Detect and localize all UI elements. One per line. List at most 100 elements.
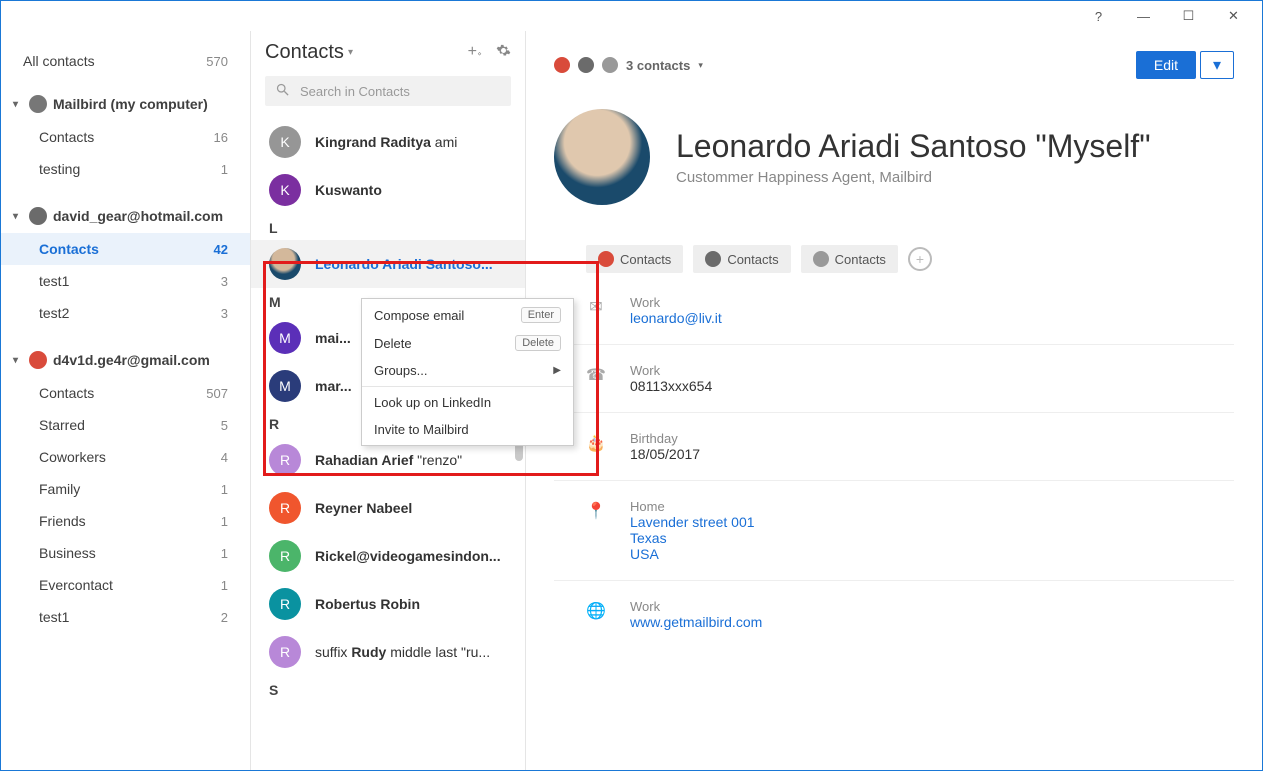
chevron-down-icon: ▾ xyxy=(348,47,353,58)
avatar xyxy=(554,109,650,205)
search-input[interactable]: Search in Contacts xyxy=(265,76,511,106)
all-contacts-label: All contacts xyxy=(23,53,95,69)
email-field: ✉ Work leonardo@liv.it xyxy=(586,295,1234,326)
contact-row[interactable]: R Robertus Robin xyxy=(265,580,511,628)
avatar: M xyxy=(269,370,301,402)
account-icon xyxy=(29,95,47,113)
keyboard-shortcut: Enter xyxy=(521,307,561,323)
mailbird-icon xyxy=(602,57,618,73)
source-indicator[interactable]: 3 contacts ▾ xyxy=(554,57,703,73)
sidebar-item[interactable]: Contacts42 xyxy=(1,233,250,265)
chevron-down-icon: ▾ xyxy=(13,211,23,222)
contact-row[interactable]: Leonardo Ariadi Santoso... xyxy=(251,240,525,288)
chip-outlook-contacts[interactable]: Contacts xyxy=(693,245,790,273)
avatar: R xyxy=(269,540,301,572)
sidebar-item[interactable]: Contacts16 xyxy=(1,121,250,153)
chip-google-contacts[interactable]: Contacts xyxy=(586,245,683,273)
website-field: 🌐 Work www.getmailbird.com xyxy=(586,599,1234,630)
avatar: K xyxy=(269,126,301,158)
submenu-arrow-icon: ▶ xyxy=(553,365,561,376)
contacts-title[interactable]: Contacts ▾ xyxy=(265,41,353,64)
alpha-section: S xyxy=(265,676,511,702)
google-icon xyxy=(554,57,570,73)
chevron-down-icon: ▾ xyxy=(13,99,23,110)
sidebar-item[interactable]: Friends1 xyxy=(1,505,250,537)
birthday-field: 🎂 Birthday 18/05/2017 xyxy=(586,431,1234,462)
sidebar-item[interactable]: Business1 xyxy=(1,537,250,569)
phone-field: ☎ Work 08113xxx654 xyxy=(586,363,1234,394)
phone-icon: ☎ xyxy=(586,365,606,394)
chevron-down-icon: ▾ xyxy=(698,60,703,71)
sidebar-item[interactable]: Coworkers4 xyxy=(1,441,250,473)
sidebar-item[interactable]: test12 xyxy=(1,601,250,633)
sidebar-item[interactable]: testing1 xyxy=(1,153,250,185)
sidebar-item[interactable]: Family1 xyxy=(1,473,250,505)
sidebar-item[interactable]: test23 xyxy=(1,297,250,329)
context-menu-item[interactable]: Compose emailEnter xyxy=(362,301,573,329)
context-menu-item[interactable]: Invite to Mailbird xyxy=(362,416,573,443)
account-icon xyxy=(29,351,47,369)
contact-row[interactable]: KKuswanto xyxy=(265,166,511,214)
gear-icon[interactable] xyxy=(496,43,511,63)
left-sidebar: All contacts 570 ▾Mailbird (my computer)… xyxy=(1,31,251,770)
outlook-icon xyxy=(578,57,594,73)
contact-name: Robertus Robin xyxy=(315,596,420,612)
globe-icon: 🌐 xyxy=(586,601,606,630)
phone-value: 08113xxx654 xyxy=(630,378,712,394)
add-source-button[interactable]: + xyxy=(908,247,932,271)
main-layout: All contacts 570 ▾Mailbird (my computer)… xyxy=(1,31,1262,770)
account-header[interactable]: ▾Mailbird (my computer) xyxy=(1,87,250,121)
website-value[interactable]: www.getmailbird.com xyxy=(630,614,762,630)
all-contacts-row[interactable]: All contacts 570 xyxy=(1,45,250,87)
context-menu-item[interactable]: DeleteDelete xyxy=(362,329,573,357)
all-contacts-count: 570 xyxy=(206,54,228,69)
search-icon xyxy=(275,82,290,100)
contact-row[interactable]: R Reyner Nabeel xyxy=(265,484,511,532)
contact-row[interactable]: Rsuffix Rudy middle last "ru... xyxy=(265,628,511,676)
contact-name: Leonardo Ariadi Santoso "Myself" xyxy=(676,128,1151,165)
avatar: R xyxy=(269,444,301,476)
contact-name: Reyner Nabeel xyxy=(315,500,412,516)
keyboard-shortcut: Delete xyxy=(515,335,561,351)
contact-name: Kingrand Raditya ami xyxy=(315,134,457,150)
avatar: R xyxy=(269,588,301,620)
location-icon: 📍 xyxy=(586,501,606,562)
avatar: M xyxy=(269,322,301,354)
birthday-icon: 🎂 xyxy=(586,433,606,462)
edit-button[interactable]: Edit xyxy=(1136,51,1196,79)
birthday-value: 18/05/2017 xyxy=(630,446,700,462)
sidebar-item[interactable]: test13 xyxy=(1,265,250,297)
sidebar-item[interactable]: Evercontact1 xyxy=(1,569,250,601)
source-chips: Contacts Contacts Contacts + xyxy=(586,245,1234,273)
search-placeholder: Search in Contacts xyxy=(300,84,410,99)
context-menu: Compose emailEnterDeleteDeleteGroups...▶… xyxy=(361,298,574,446)
avatar: K xyxy=(269,174,301,206)
context-menu-item[interactable]: Look up on LinkedIn xyxy=(362,389,573,416)
account-icon xyxy=(29,207,47,225)
sidebar-item[interactable]: Starred5 xyxy=(1,409,250,441)
close-button[interactable]: ✕ xyxy=(1211,1,1256,31)
edit-dropdown[interactable]: ▾ xyxy=(1200,51,1234,79)
contact-name: Rickel@videogamesindon... xyxy=(315,548,501,564)
contact-name: Rahadian Arief "renzo" xyxy=(315,452,462,468)
help-button[interactable]: ? xyxy=(1076,1,1121,31)
avatar: R xyxy=(269,492,301,524)
contact-role: Custommer Happiness Agent, Mailbird xyxy=(676,169,1151,186)
address-field: 📍 Home Lavender street 001 Texas USA xyxy=(586,499,1234,562)
contact-row[interactable]: K Kingrand Raditya ami xyxy=(265,118,511,166)
add-contact-icon[interactable]: +𝆹 xyxy=(468,43,482,63)
chip-mailbird-contacts[interactable]: Contacts xyxy=(801,245,898,273)
maximize-button[interactable]: ☐ xyxy=(1166,1,1211,31)
alpha-section: L xyxy=(265,214,511,240)
window-titlebar: ? — ☐ ✕ xyxy=(1,1,1262,31)
minimize-button[interactable]: — xyxy=(1121,1,1166,31)
chevron-down-icon: ▾ xyxy=(13,355,23,366)
account-header[interactable]: ▾david_gear@hotmail.com xyxy=(1,199,250,233)
contact-row[interactable]: R Rickel@videogamesindon... xyxy=(265,532,511,580)
context-menu-item[interactable]: Groups...▶ xyxy=(362,357,573,384)
email-icon: ✉ xyxy=(586,297,606,326)
sidebar-item[interactable]: Contacts507 xyxy=(1,377,250,409)
account-header[interactable]: ▾d4v1d.ge4r@gmail.com xyxy=(1,343,250,377)
email-value[interactable]: leonardo@liv.it xyxy=(630,310,722,326)
contact-name: mar... xyxy=(315,378,352,394)
